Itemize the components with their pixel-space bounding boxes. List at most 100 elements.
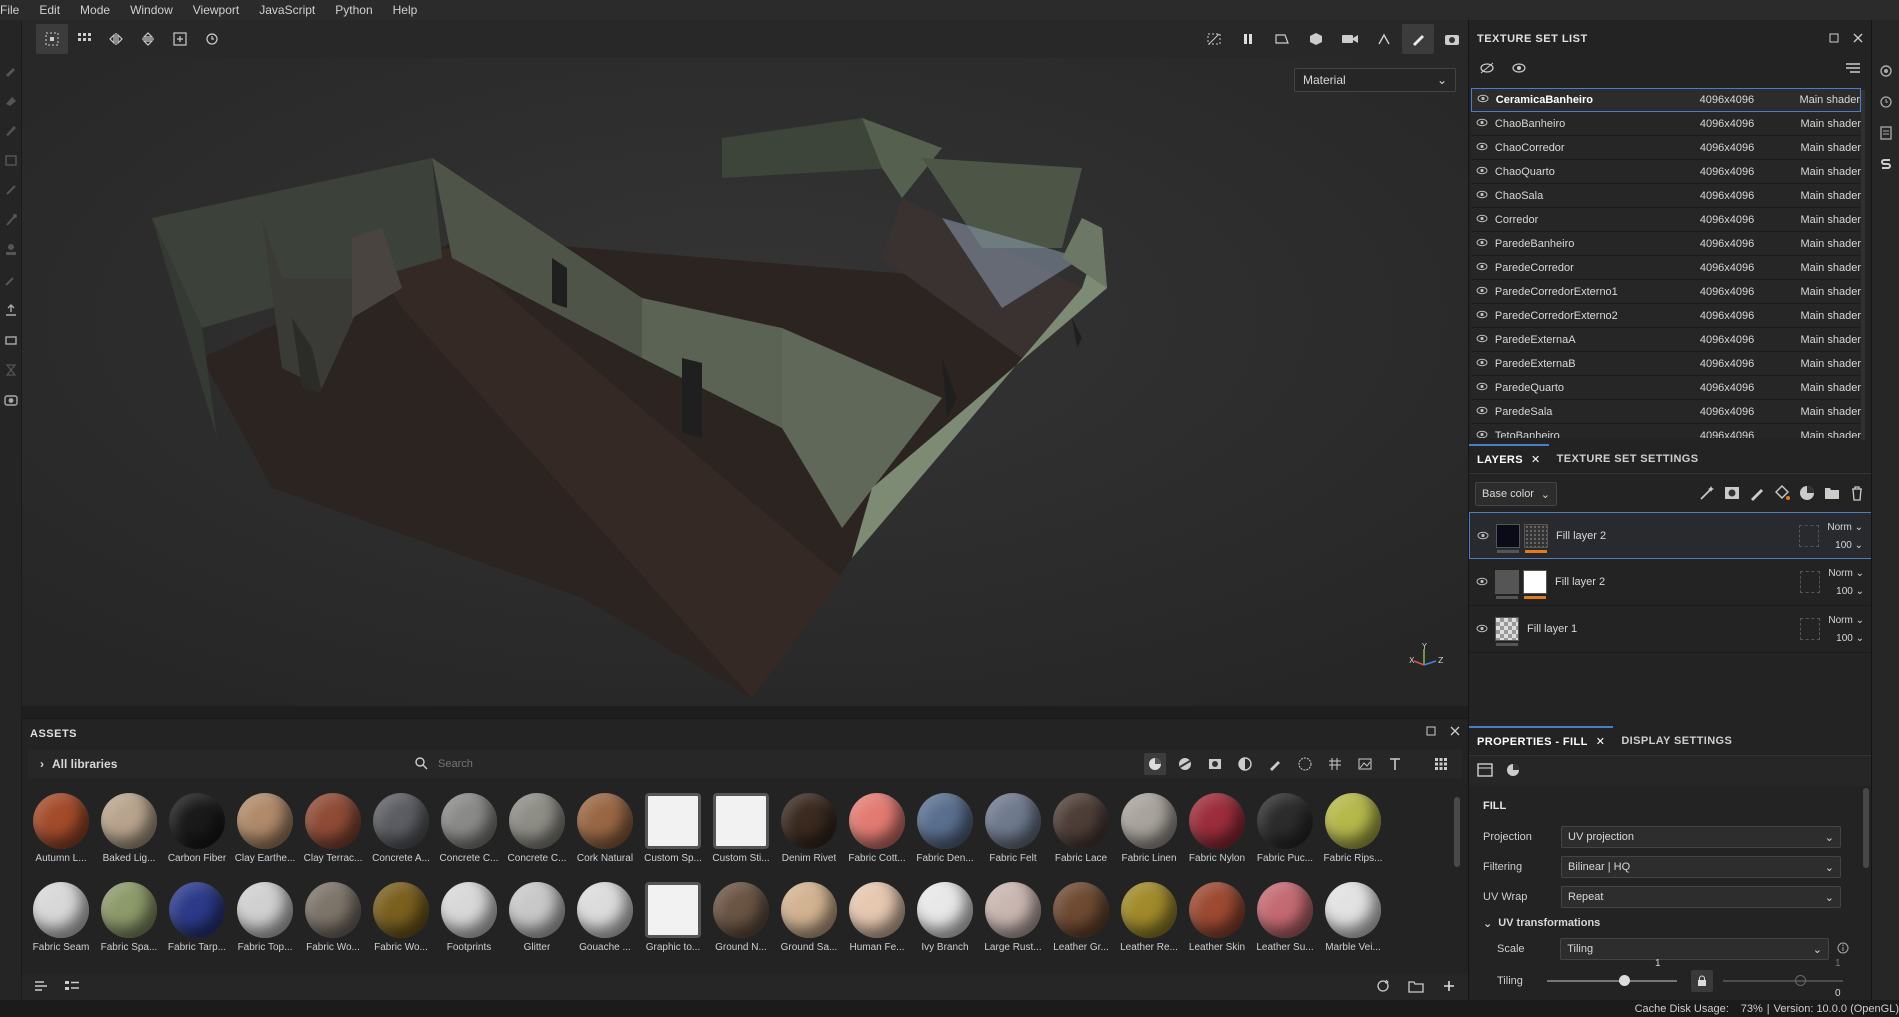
menu-viewport[interactable]: Viewport — [183, 3, 249, 17]
export-icon[interactable] — [3, 302, 19, 318]
eraser-tool-icon[interactable] — [3, 92, 19, 108]
reset-view-icon[interactable] — [196, 24, 228, 54]
log-icon[interactable] — [1879, 126, 1893, 143]
select-tool-button[interactable] — [36, 24, 68, 54]
info-icon[interactable] — [1837, 942, 1849, 957]
asset-item[interactable]: Fabric Tarp... — [166, 882, 228, 962]
grid-view-icon[interactable] — [1430, 753, 1452, 775]
clone-tool-icon[interactable] — [3, 212, 19, 228]
polygon-fill-tool-icon[interactable] — [3, 152, 19, 168]
eye-icon[interactable] — [1472, 94, 1494, 106]
shelf-settings-icon[interactable] — [1879, 64, 1893, 81]
particle-filter-icon[interactable] — [1294, 753, 1316, 775]
eye-icon[interactable] — [1471, 358, 1493, 370]
layer-color-thumbnail[interactable] — [1495, 570, 1519, 599]
texture-set-row[interactable]: CeramicaBanheiro 4096x4096 Main shader — [1471, 88, 1861, 112]
3d-viewport[interactable]: Material ⌄ X Y Z — [22, 58, 1468, 706]
asset-item[interactable]: Leather Gr... — [1050, 882, 1112, 962]
asset-item[interactable]: Graphic to... — [642, 882, 704, 962]
asset-item[interactable]: Autumn L... — [30, 793, 92, 873]
tab-properties-fill[interactable]: PROPERTIES - FILL ✕ — [1469, 725, 1614, 756]
asset-item[interactable]: Leather Skin — [1186, 882, 1248, 962]
asset-item[interactable]: Marble Vei... — [1322, 882, 1384, 962]
asset-item[interactable]: Ground Sa... — [778, 882, 840, 962]
mask-filter-icon[interactable] — [1204, 753, 1226, 775]
frame-add-icon[interactable] — [164, 24, 196, 54]
eye-icon[interactable] — [1471, 166, 1493, 178]
tiling-slider-u[interactable] — [1547, 975, 1677, 987]
asset-item[interactable]: Leather Su... — [1254, 882, 1316, 962]
menu-edit[interactable]: Edit — [29, 3, 70, 17]
projection-tool-icon[interactable] — [3, 122, 19, 138]
asset-item[interactable]: Fabric Wo... — [302, 882, 364, 962]
camera-tool-icon[interactable] — [3, 392, 19, 408]
menu-file[interactable]: File — [0, 3, 29, 17]
layer-row[interactable]: Fill layer 2 Norm ⌄ 100 ⌄ — [1469, 559, 1872, 606]
close-icon[interactable]: ✕ — [1596, 735, 1606, 748]
mirror-vertical-icon[interactable] — [132, 24, 164, 54]
add-smart-material-icon[interactable] — [1798, 484, 1816, 505]
asset-item[interactable]: Leather Re... — [1118, 882, 1180, 962]
texture-set-row[interactable]: TetoBanheiro 4096x4096 Main shader — [1471, 424, 1861, 438]
add-mask-icon[interactable] — [1723, 484, 1741, 505]
asset-item[interactable]: Carbon Fiber — [166, 793, 228, 873]
assets-scrollbar[interactable] — [1454, 797, 1460, 867]
screenshot-icon[interactable] — [1436, 24, 1468, 54]
asset-item[interactable]: Fabric Rips... — [1322, 793, 1384, 873]
texture-set-row[interactable]: ChaoCorredor 4096x4096 Main shader — [1471, 136, 1861, 160]
asset-item[interactable]: Fabric Top... — [234, 882, 296, 962]
brush-filter-icon[interactable] — [1264, 753, 1286, 775]
substance-logo-icon[interactable] — [1879, 157, 1893, 174]
texture-filter-icon[interactable] — [1324, 753, 1346, 775]
eye-icon[interactable] — [1511, 62, 1527, 77]
layer-geometry-mask-slot[interactable] — [1800, 571, 1820, 593]
layer-row[interactable]: Fill layer 2 Norm ⌄ 100 ⌄ — [1469, 512, 1872, 559]
texture-set-row[interactable]: ChaoSala 4096x4096 Main shader — [1471, 184, 1861, 208]
layer-geometry-mask-slot[interactable] — [1799, 525, 1819, 547]
texture-set-row[interactable]: ParedeExternaB 4096x4096 Main shader — [1471, 352, 1861, 376]
tiling-slider-v[interactable] — [1723, 975, 1843, 987]
eye-icon[interactable] — [1471, 406, 1493, 418]
channel-select[interactable]: Base color ⌄ — [1475, 482, 1557, 506]
color-picker-tool-icon[interactable] — [3, 272, 19, 288]
filter-filter-icon[interactable] — [1234, 753, 1256, 775]
asset-item[interactable]: Fabric Nylon — [1186, 793, 1248, 873]
texture-set-row[interactable]: ParedeExternaA 4096x4096 Main shader — [1471, 328, 1861, 352]
uvwrap-select[interactable]: Repeat ⌄ — [1561, 886, 1841, 908]
camera-icon[interactable] — [1334, 24, 1366, 54]
asset-item[interactable]: Ivy Branch — [914, 882, 976, 962]
eye-icon[interactable] — [1471, 430, 1493, 439]
asset-item[interactable]: Fabric Seam — [30, 882, 92, 962]
asset-item[interactable]: Custom Sti... — [710, 793, 772, 873]
layer-blend[interactable]: Norm ⌄ 100 ⌄ — [1828, 565, 1864, 601]
menu-mode[interactable]: Mode — [70, 3, 120, 17]
eye-icon[interactable] — [1471, 286, 1493, 298]
asset-item[interactable]: Concrete C... — [506, 793, 568, 873]
history-icon[interactable] — [1879, 95, 1893, 112]
add-fill-layer-icon[interactable] — [1773, 484, 1791, 505]
layer-geometry-mask-slot[interactable] — [1800, 618, 1820, 640]
stamp-tool-icon[interactable] — [3, 242, 19, 258]
add-folder-icon[interactable] — [1823, 484, 1841, 505]
asset-item[interactable]: Fabric Spa... — [98, 882, 160, 962]
asset-item[interactable]: Fabric Cott... — [846, 793, 908, 873]
list-menu-icon[interactable] — [1845, 62, 1861, 77]
texture-set-row[interactable]: ParedeBanheiro 4096x4096 Main shader — [1471, 232, 1861, 256]
search-input[interactable] — [438, 758, 1038, 770]
asset-item[interactable]: Footprints — [438, 882, 500, 962]
asset-item[interactable]: Gouache ... — [574, 882, 636, 962]
asset-item[interactable]: Custom Sp... — [642, 793, 704, 873]
texture-set-row[interactable]: ParedeSala 4096x4096 Main shader — [1471, 400, 1861, 424]
asset-item[interactable]: Ground N... — [710, 882, 772, 962]
texture-set-row[interactable]: ParedeCorredorExterno2 4096x4096 Main shad… — [1471, 304, 1861, 328]
eye-icon[interactable] — [1469, 622, 1495, 636]
texture-set-row[interactable]: Corredor 4096x4096 Main shader — [1471, 208, 1861, 232]
texture-set-scrollbar[interactable] — [1861, 90, 1865, 440]
asset-item[interactable]: Clay Earthe... — [234, 793, 296, 873]
bake-mesh-icon[interactable] — [1368, 24, 1400, 54]
delete-layer-icon[interactable] — [1848, 484, 1866, 505]
text-filter-icon[interactable] — [1384, 753, 1406, 775]
close-icon[interactable] — [1853, 33, 1863, 46]
add-paint-layer-icon[interactable] — [1748, 484, 1766, 505]
asset-item[interactable]: Denim Rivet — [778, 793, 840, 873]
